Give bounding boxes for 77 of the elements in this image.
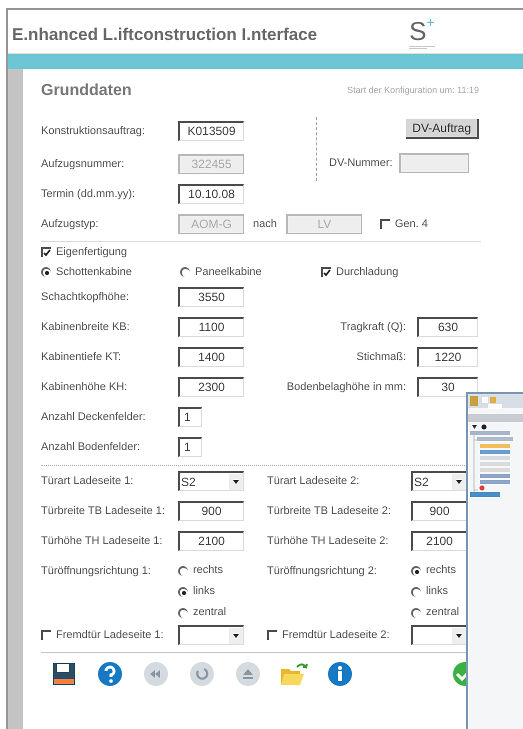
input-field[interactable]: 1 (178, 437, 202, 457)
field-label: Termin (dd.mm.yy): (41, 186, 136, 202)
radio-button[interactable] (411, 566, 421, 576)
radio-label: links (193, 584, 216, 600)
radio-label: rechts (193, 563, 223, 578)
input-field[interactable]: 1400 (178, 347, 244, 367)
field-label: Stichmaß: (355, 350, 407, 365)
field-label: Türhöhe TH Ladeseite 1: (41, 534, 164, 549)
input-field[interactable]: 2300 (178, 377, 244, 397)
field-label: Türbreite TB Ladeseite 2: (267, 504, 392, 519)
checkbox-label: Eigenfertigung (56, 244, 127, 260)
checkbox-label: Fremdtür Ladeseite 1: (56, 628, 164, 643)
radio-label: zentral (193, 605, 226, 620)
field-label: Konstruktionsauftrag: (41, 124, 146, 139)
field-label: Anzahl Deckenfelder: (41, 410, 147, 425)
radio-button[interactable] (178, 608, 188, 618)
input-field[interactable]: 10.10.08 (178, 184, 244, 204)
checkbox-label: Gen. 4 (394, 216, 428, 232)
field-label: Bodenbelaghöhe in mm: (286, 380, 407, 395)
checkbox[interactable] (41, 247, 51, 257)
field-label: Kabinentiefe KT: (41, 350, 122, 365)
checkbox-label: Fremdtür Ladeseite 2: (282, 628, 390, 643)
radio-label: Paneelkabine (195, 264, 262, 280)
dropdown[interactable] (411, 625, 467, 645)
radio-button[interactable] (180, 267, 190, 277)
radio-button[interactable] (178, 566, 188, 576)
help-icon[interactable] (97, 661, 123, 687)
radio-button[interactable] (41, 267, 51, 277)
radio-button[interactable] (411, 608, 421, 618)
input-field[interactable]: 3550 (178, 287, 244, 307)
input-field[interactable]: 1 (178, 407, 202, 427)
radio-label: zentral (426, 605, 460, 620)
section-title: Grunddaten (41, 81, 132, 101)
input-field[interactable]: 2100 (178, 531, 244, 551)
radio-label: Schottenkabine (56, 264, 132, 280)
field-label: Kabinenbreite KB: (41, 320, 131, 335)
connector-label: nach (253, 216, 277, 232)
field-label: Aufzugsnummer: (41, 156, 126, 172)
dropdown[interactable]: S2 (178, 471, 244, 491)
input-field[interactable]: 2100 (411, 531, 467, 551)
radio-button[interactable] (411, 586, 421, 596)
save-icon[interactable] (52, 662, 76, 686)
caret-icon[interactable] (229, 628, 243, 644)
field-label: Aufzugstyp: (41, 216, 100, 232)
radio-button[interactable] (178, 586, 188, 596)
logo: S+ (409, 18, 436, 49)
field-label: Türhöhe TH Ladeseite 2: (267, 534, 390, 549)
field-label: DV-Nummer: (329, 156, 394, 171)
dropdown[interactable]: S2 (411, 471, 467, 491)
input-field[interactable]: 630 (417, 317, 478, 337)
input-field[interactable]: 30 (417, 377, 478, 397)
checkbox-label: Durchladung (336, 264, 398, 280)
info-icon[interactable] (327, 661, 353, 687)
input-field[interactable]: 1100 (178, 317, 244, 337)
caret-icon[interactable] (452, 628, 466, 644)
app-title: E.nhanced L.iftconstruction I.nterface (12, 24, 318, 46)
dropdown[interactable] (178, 625, 244, 645)
field-label: Schachtkopfhöhe: (41, 290, 130, 305)
input-field[interactable]: 900 (178, 501, 244, 521)
input-field[interactable]: 1220 (417, 347, 478, 367)
caret-icon[interactable] (452, 474, 466, 490)
field-label: Türbreite TB Ladeseite 1: (41, 504, 166, 519)
field-label: Türart Ladeseite 2: (267, 474, 360, 489)
input-field[interactable]: K013509 (178, 121, 244, 141)
field-label: Anzahl Bodenfelder: (41, 440, 142, 455)
field-label: Tragkraft (Q): (339, 320, 407, 335)
radio-label: links (426, 584, 448, 600)
field-label: Türöffnungsrichtung 1: (41, 564, 152, 579)
radio-label: rechts (426, 563, 456, 578)
checkbox[interactable] (321, 267, 331, 277)
input-field[interactable]: 900 (411, 501, 467, 521)
field-label: Türart Ladeseite 1: (41, 474, 134, 489)
folder-icon[interactable] (280, 661, 308, 687)
field-label: Kabinenhöhe KH: (41, 380, 128, 395)
start-time: Start der Konfiguration um: 11:19 (347, 84, 479, 98)
field-label: Türöffnungsrichtung 2: (267, 564, 378, 579)
caret-icon[interactable] (229, 474, 243, 490)
